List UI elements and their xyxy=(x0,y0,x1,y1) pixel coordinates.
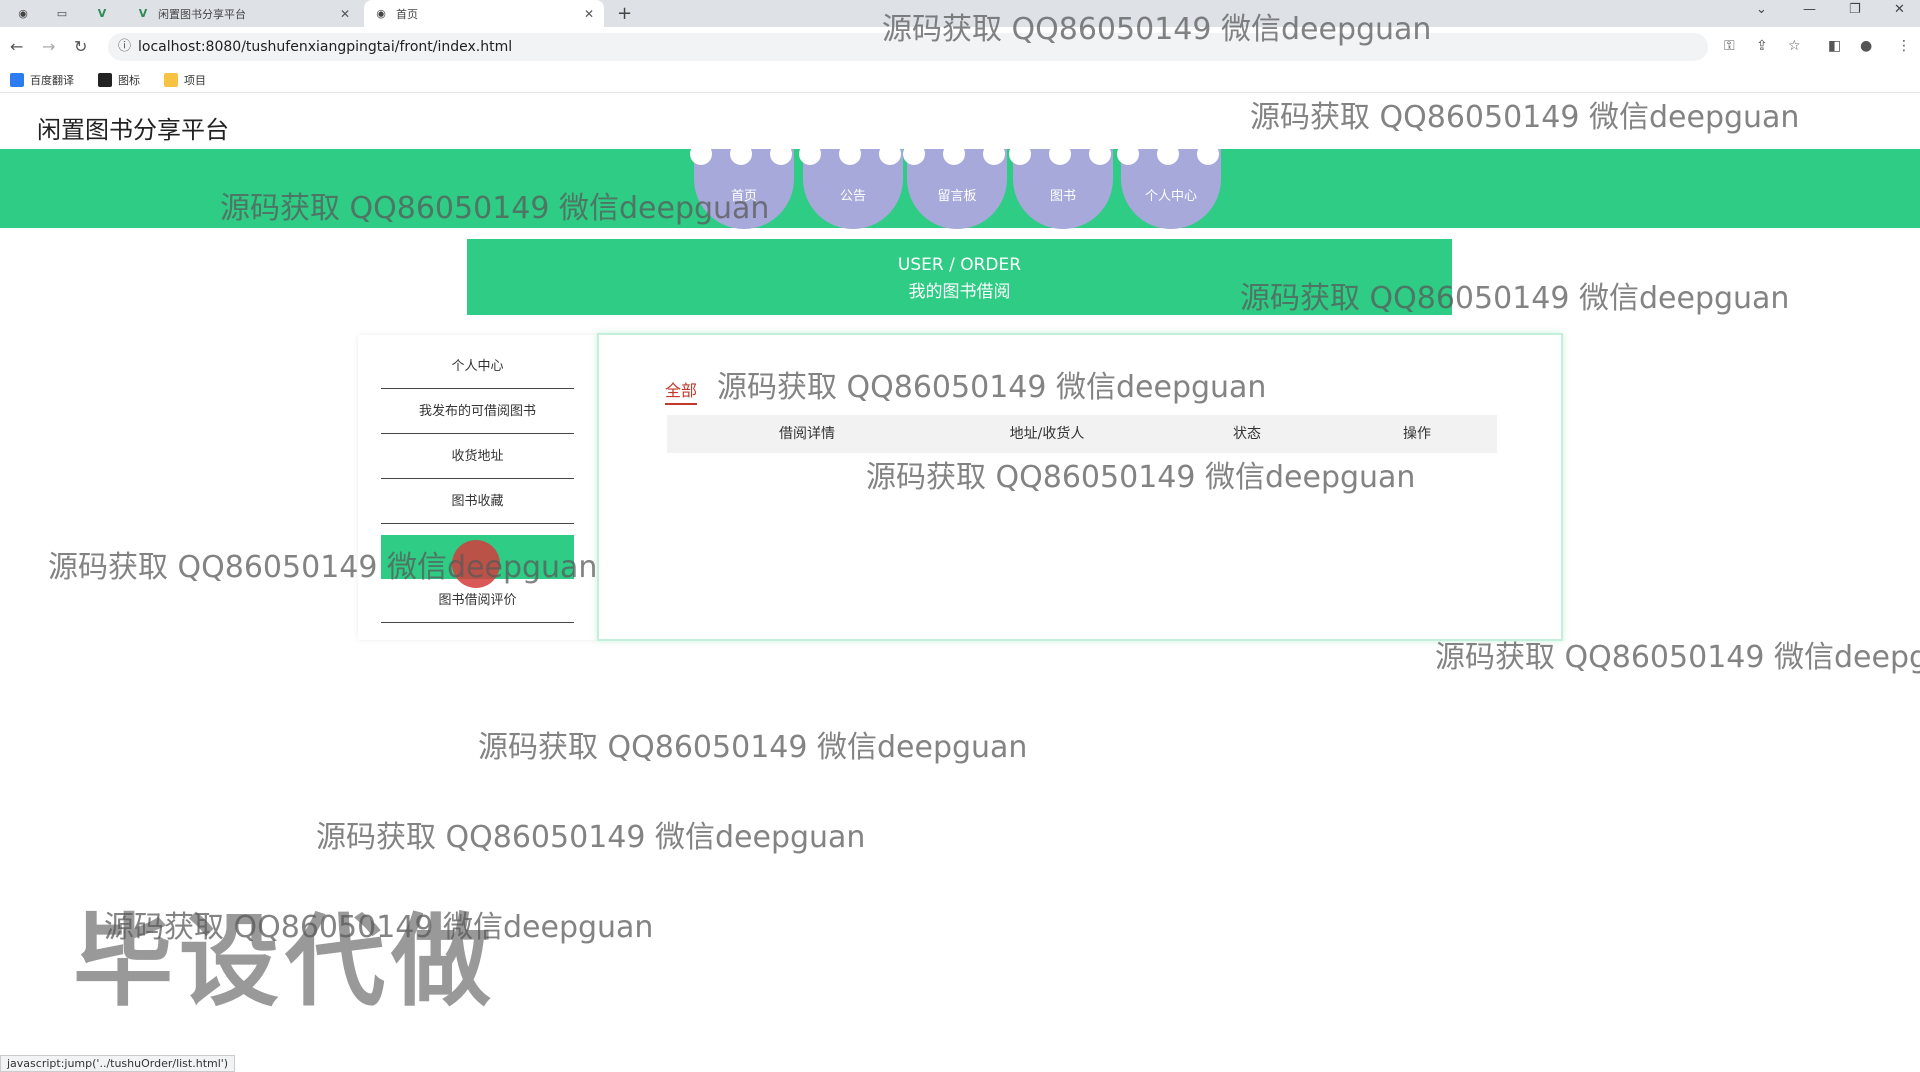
click-indicator xyxy=(452,540,500,588)
watermark-big: 毕设代做 xyxy=(73,903,497,1020)
sidebar-item-my-books[interactable]: 我发布的可借阅图书 xyxy=(381,390,574,434)
column-header: 借阅详情 xyxy=(779,426,835,442)
order-panel: 全部 借阅详情 地址/收货人 状态 操作 xyxy=(597,333,1563,641)
vue-icon: V xyxy=(138,6,148,20)
column-header: 操作 xyxy=(1403,426,1431,442)
browser-tab-pinned-1[interactable]: ◉ xyxy=(8,0,46,27)
tab-label: 闲置图书分享平台 xyxy=(158,7,246,21)
sidebar-item-favorites[interactable]: 图书收藏 xyxy=(381,480,574,524)
status-bar-link: javascript:jump('../tushuOrder/list.html… xyxy=(0,1055,236,1072)
folder-icon xyxy=(164,73,178,87)
back-icon[interactable]: ← xyxy=(10,37,23,56)
key-icon[interactable]: ⚿ xyxy=(1724,38,1735,54)
watermark-text: 源码获取 QQ86050149 微信deepguan xyxy=(478,730,1028,765)
globe-icon: ◉ xyxy=(18,6,28,20)
bookmark-project[interactable]: 项目 xyxy=(164,72,206,88)
browser-tab-pinned-2[interactable]: ▭ xyxy=(46,0,86,27)
url-text: localhost:8080/tushufenxiangpingtai/fron… xyxy=(138,39,513,55)
menu-icon[interactable]: ⋮ xyxy=(1897,38,1911,54)
watermark-text: 源码获取 QQ86050149 微信deepguan xyxy=(316,820,866,855)
watermark-text: 源码获取 QQ86050149 微信deepguan xyxy=(1250,100,1800,135)
bookmarks-bar: 百度翻译 图标 项目 xyxy=(0,67,1920,93)
address-bar[interactable]: ⓘ localhost:8080/tushufenxiangpingtai/fr… xyxy=(108,33,1708,61)
filter-tab-all[interactable]: 全部 xyxy=(665,377,698,405)
banner-english-title: USER / ORDER xyxy=(897,255,1022,275)
banner-chinese-title: 我的图书借阅 xyxy=(908,282,1011,302)
site-title: 闲置图书分享平台 xyxy=(37,116,229,144)
bookmark-icons[interactable]: 图标 xyxy=(98,72,140,88)
forward-icon[interactable]: → xyxy=(42,37,55,56)
user-sidebar: 个人中心 我发布的可借阅图书 收货地址 图书收藏 图书借阅评价 xyxy=(358,335,598,640)
order-table-header: 借阅详情 地址/收货人 状态 操作 xyxy=(667,415,1497,453)
browser-tabstrip: ◉ ▭ V V 闲置图书分享平台 ✕ ◉ 首页 ✕ + ⌄ — ❐ ✕ xyxy=(0,0,1920,27)
close-tab-icon[interactable]: ✕ xyxy=(340,7,350,21)
page-banner: USER / ORDER 我的图书借阅 xyxy=(467,239,1452,315)
translate-icon xyxy=(10,73,24,87)
bookmark-baidu-translate[interactable]: 百度翻译 xyxy=(10,72,74,88)
side-panel-icon[interactable]: ◧ xyxy=(1828,38,1841,54)
minimize-icon[interactable]: — xyxy=(1803,2,1816,17)
sidebar-item-address[interactable]: 收货地址 xyxy=(381,435,574,479)
share-icon[interactable]: ⇪ xyxy=(1756,38,1768,54)
vue-icon: V xyxy=(97,6,107,20)
tab-search-icon[interactable]: ⌄ xyxy=(1756,2,1767,17)
star-icon[interactable]: ☆ xyxy=(1788,38,1801,54)
image-icon xyxy=(98,73,112,87)
browser-tab-admin[interactable]: V 闲置图书分享平台 ✕ xyxy=(126,0,360,27)
profile-icon[interactable]: ● xyxy=(1860,38,1872,54)
browser-tab-pinned-3[interactable]: V xyxy=(86,0,126,27)
close-window-icon[interactable]: ✕ xyxy=(1894,2,1905,17)
site-info-icon[interactable]: ⓘ xyxy=(118,33,131,61)
restore-icon[interactable]: ❐ xyxy=(1849,2,1861,17)
tab-label: 首页 xyxy=(396,7,418,21)
globe-icon: ◉ xyxy=(376,6,386,20)
column-header: 状态 xyxy=(1233,426,1261,442)
address-toolbar: ← → ↻ ⓘ localhost:8080/tushufenxiangping… xyxy=(0,27,1920,67)
close-tab-icon[interactable]: ✕ xyxy=(584,7,594,21)
new-tab-button[interactable]: + xyxy=(617,3,632,24)
browser-tab-home[interactable]: ◉ 首页 ✕ xyxy=(364,0,604,27)
sidebar-item-user-center[interactable]: 个人中心 xyxy=(381,345,574,389)
reload-icon[interactable]: ↻ xyxy=(74,37,87,56)
blank-page-icon: ▭ xyxy=(56,6,68,20)
column-header: 地址/收货人 xyxy=(1009,426,1085,442)
